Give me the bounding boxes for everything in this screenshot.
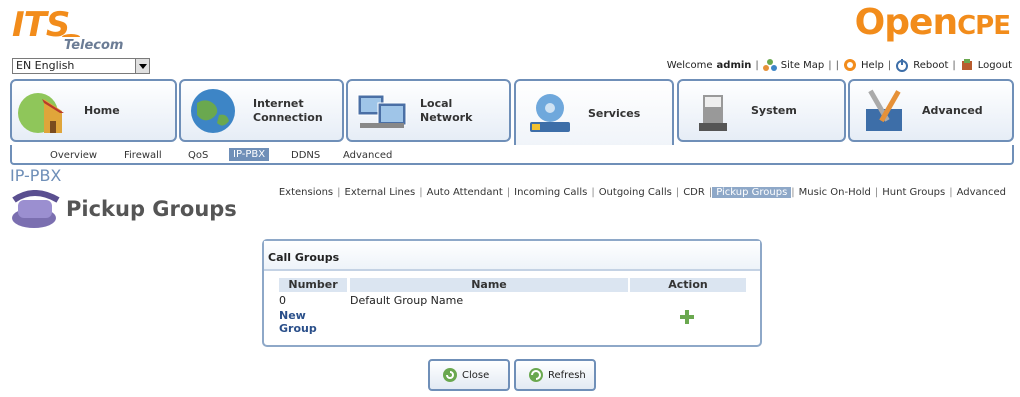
language-select[interactable]: EN English: [12, 58, 150, 74]
reboot-link[interactable]: Reboot: [913, 60, 948, 71]
new-group-text: Group: [279, 322, 317, 335]
refresh-button-label: Refresh: [548, 369, 586, 381]
refresh-icon: [529, 368, 543, 382]
tab-system[interactable]: System: [677, 79, 846, 142]
separator: |: [887, 59, 892, 71]
row-number: 0: [279, 294, 286, 307]
tab-internet-connection[interactable]: Internet Connection: [179, 79, 344, 142]
computers-icon: [357, 94, 407, 128]
main-tabs: Home Internet Connection Local Network S…: [10, 79, 1014, 147]
tab-label: System: [751, 103, 797, 117]
section-title: IP-PBX: [10, 166, 62, 185]
subtab-firewall[interactable]: Firewall: [124, 150, 162, 161]
column-header-number: Number: [279, 278, 347, 292]
nav-extensions[interactable]: Extensions: [275, 187, 337, 198]
new-group-text: New: [279, 309, 306, 322]
opencpe-logo: OpenCPE: [854, 2, 1011, 43]
nav-external-lines[interactable]: External Lines: [341, 187, 420, 198]
sitemap-link[interactable]: Site Map: [781, 60, 824, 71]
logout-link[interactable]: Logout: [978, 60, 1012, 71]
tab-advanced[interactable]: Advanced: [848, 79, 1014, 142]
tab-label: Local Network: [420, 96, 473, 124]
nav-advanced[interactable]: Advanced: [953, 187, 1010, 198]
page-title: Pickup Groups: [66, 197, 237, 221]
logo-its-text: ITS: [12, 5, 70, 45]
nav-outgoing-calls[interactable]: Outgoing Calls: [595, 187, 676, 198]
close-icon: [443, 368, 457, 382]
close-button[interactable]: Close: [428, 359, 510, 391]
tab-label: Internet Connection: [253, 96, 323, 124]
power-icon[interactable]: [895, 58, 909, 72]
ippbx-nav: Extensions | External Lines | Auto Attenda…: [275, 187, 1010, 198]
language-selected-value: EN English: [16, 59, 75, 72]
its-telecom-logo: ITS Telecom: [12, 8, 132, 54]
panel-title: Call Groups: [264, 241, 760, 271]
nav-cdr[interactable]: CDR: [679, 187, 709, 198]
globe-icon: [191, 88, 235, 133]
call-groups-panel: Call Groups Number Name Action 0 Default…: [262, 239, 762, 347]
tab-local-network[interactable]: Local Network: [346, 79, 511, 142]
tab-label: Home: [84, 103, 120, 117]
services-icon: [530, 94, 570, 132]
tab-label: Services: [588, 107, 641, 120]
subtab-qos[interactable]: QoS: [188, 150, 208, 161]
column-header-action: Action: [630, 278, 746, 292]
new-group-link[interactable]: New Group: [279, 309, 317, 335]
logo-cpe-text: CPE: [957, 11, 1011, 41]
system-icon: [699, 94, 727, 131]
logout-icon[interactable]: [960, 58, 974, 72]
sub-tabs: Overview Firewall QoS IP-PBX DDNS Advanc…: [10, 145, 1014, 165]
help-link[interactable]: Help: [861, 60, 884, 71]
logo-open-text: Open: [854, 2, 958, 43]
help-icon[interactable]: [843, 58, 857, 72]
separator: |: [755, 59, 759, 71]
nav-music-on-hold[interactable]: Music On-Hold: [795, 187, 875, 198]
subtab-advanced[interactable]: Advanced: [343, 150, 392, 161]
sitemap-icon[interactable]: [762, 58, 777, 72]
separator: |: [835, 59, 840, 71]
tab-services[interactable]: Services: [514, 79, 674, 147]
tab-label: Advanced: [922, 103, 983, 117]
separator: |: [828, 59, 832, 71]
nav-pickup-groups[interactable]: Pickup Groups: [712, 187, 792, 198]
subtab-ip-pbx[interactable]: IP-PBX: [229, 148, 270, 161]
add-icon[interactable]: [679, 309, 695, 325]
column-header-name: Name: [350, 278, 628, 292]
subtab-overview[interactable]: Overview: [50, 150, 97, 161]
phone-icon: [12, 190, 60, 228]
chevron-down-icon[interactable]: [135, 59, 149, 73]
username: admin: [716, 59, 752, 71]
logo-telecom-text: Telecom: [64, 38, 124, 53]
tab-home[interactable]: Home: [10, 79, 177, 142]
nav-incoming-calls[interactable]: Incoming Calls: [510, 187, 591, 198]
subtab-ddns[interactable]: DDNS: [291, 150, 320, 161]
nav-auto-attendant[interactable]: Auto Attendant: [423, 187, 507, 198]
refresh-button[interactable]: Refresh: [514, 359, 596, 391]
nav-hunt-groups[interactable]: Hunt Groups: [878, 187, 949, 198]
tools-icon: [866, 89, 902, 131]
home-icon: [18, 92, 64, 133]
welcome-text: Welcome: [666, 59, 713, 71]
separator: |: [952, 59, 956, 71]
row-name[interactable]: Default Group Name: [350, 294, 463, 307]
close-button-label: Close: [462, 369, 490, 381]
top-links: Welcome admin | Site Map | | Help | Rebo…: [667, 58, 1012, 72]
